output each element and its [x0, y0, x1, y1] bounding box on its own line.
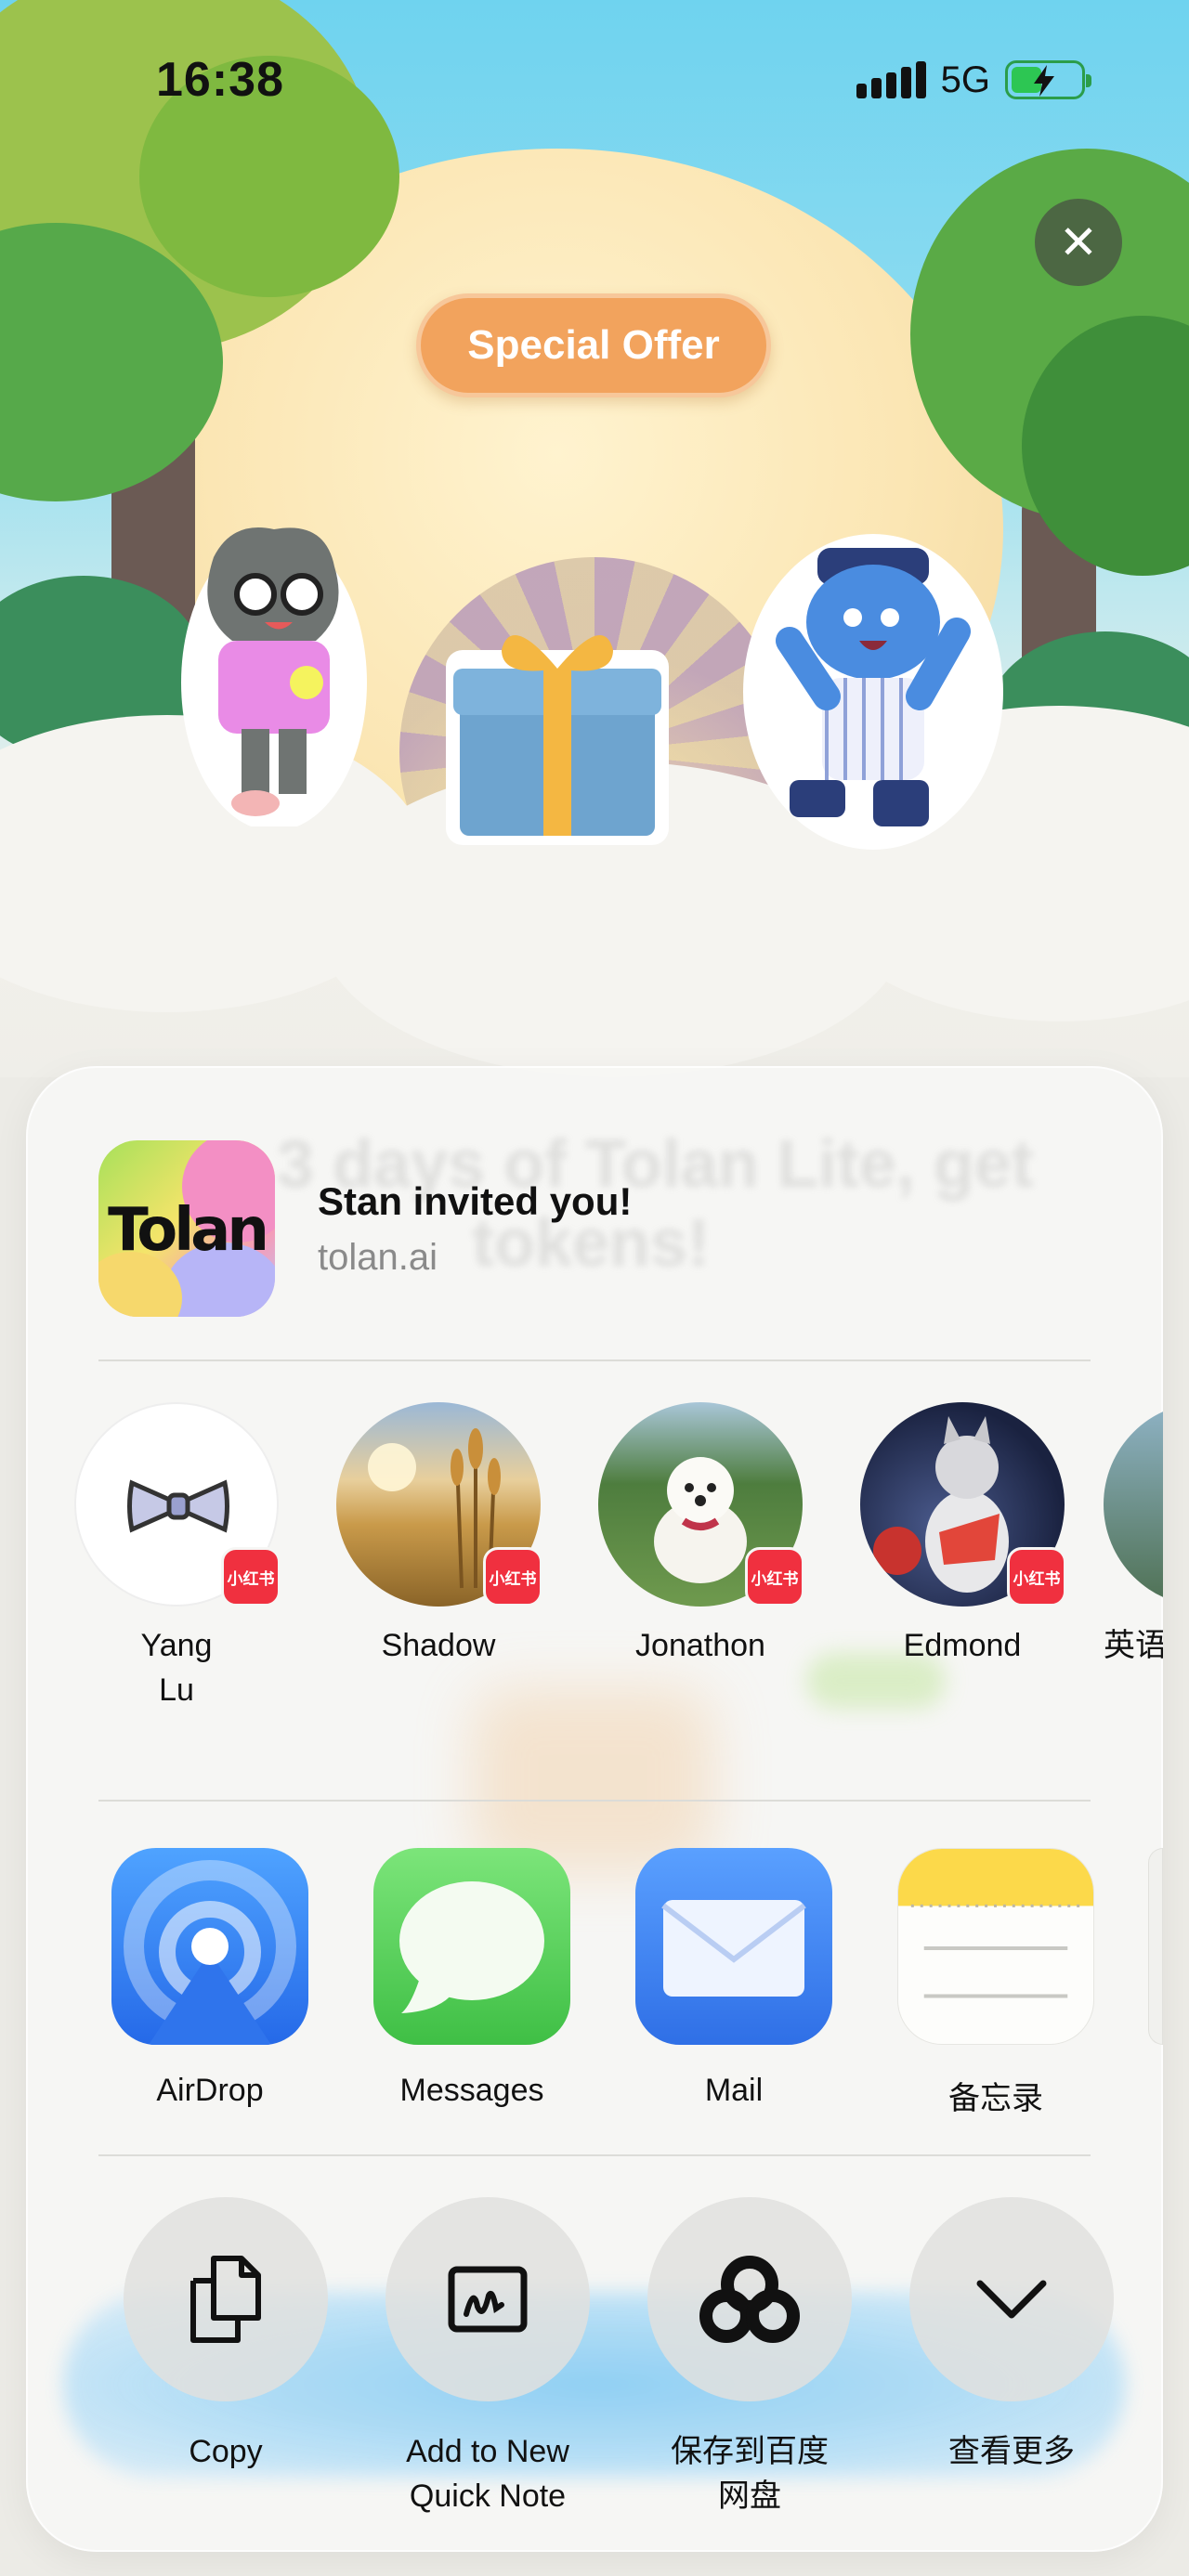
gift-box-illustration	[446, 635, 669, 845]
app-mail[interactable]: Mail	[622, 1848, 845, 2109]
charging-bolt-icon	[1034, 65, 1054, 97]
person-english[interactable]: 英语	[1104, 1402, 1163, 1668]
app-label: Mail	[704, 2073, 764, 2108]
action-quick-note[interactable]: Add to New Quick Note	[362, 2197, 613, 2518]
network-type: 5G	[940, 59, 990, 100]
messages-icon	[373, 1848, 570, 2045]
xiaohongshu-badge-icon: 小红书	[221, 1547, 281, 1607]
action-label: Add to New Quick Note	[406, 2434, 569, 2514]
person-name: Jonathon	[635, 1628, 765, 1663]
share-title: Stan invited you!	[318, 1178, 633, 1223]
baidu-netdisk-icon	[647, 2197, 852, 2401]
xiaohongshu-badge-icon: 小红书	[1007, 1547, 1066, 1607]
app-messages[interactable]: Messages	[360, 1848, 583, 2109]
app-icon-wordmark: Tolan	[108, 1196, 269, 1265]
status-time: 16:38	[156, 53, 284, 107]
app-more-partial[interactable]	[1148, 1848, 1163, 2045]
copy-icon	[124, 2197, 328, 2401]
person-yang-lu[interactable]: 小红书 Yang Lu	[56, 1402, 297, 1712]
divider	[98, 1800, 1091, 1802]
person-shadow[interactable]: 小红书 Shadow	[318, 1402, 559, 1668]
character-right-illustration	[743, 534, 1003, 850]
mail-icon	[635, 1848, 832, 2045]
chevron-down-icon	[909, 2197, 1114, 2401]
action-label: 保存到百度 网盘	[671, 2434, 829, 2514]
share-preview-header: Tolan Stan invited you! tolan.ai	[98, 1140, 632, 1317]
share-sheet: 3 days of Tolan Lite, get tokens! Tolan …	[26, 1066, 1163, 2552]
person-name: Yang Lu	[140, 1628, 213, 1708]
close-button[interactable]: ✕	[1035, 199, 1122, 286]
person-name: Shadow	[381, 1628, 496, 1663]
share-subtitle: tolan.ai	[318, 1236, 438, 1278]
app-label: Messages	[399, 2073, 544, 2108]
avatar	[1104, 1402, 1163, 1607]
share-actions-row: Copy Add to New Quick Note 保存到百度 网盘 查看更多	[26, 2197, 1163, 2531]
action-baidu-netdisk[interactable]: 保存到百度 网盘	[624, 2197, 875, 2518]
notes-icon	[897, 1848, 1094, 2045]
xiaohongshu-badge-icon: 小红书	[745, 1547, 804, 1607]
xiaohongshu-badge-icon: 小红书	[483, 1547, 542, 1607]
close-icon: ✕	[1059, 216, 1098, 268]
app-label: 备忘录	[948, 2081, 1043, 2116]
quick-note-icon	[385, 2197, 590, 2401]
airdrop-icon	[111, 1848, 308, 2045]
people-suggestions-row: 小红书 Yang Lu 小红书 Shadow 小红书 Jonathon 小红书 …	[26, 1402, 1163, 1737]
person-jonathon[interactable]: 小红书 Jonathon	[580, 1402, 821, 1668]
cellular-signal-icon	[856, 61, 926, 98]
action-copy[interactable]: Copy	[100, 2197, 351, 2474]
share-apps-row: AirDrop Messages Mail 备忘录	[26, 1848, 1163, 2127]
character-left-illustration	[181, 527, 367, 826]
app-label: AirDrop	[156, 2073, 264, 2108]
background-scene	[0, 0, 1189, 1077]
action-label: Copy	[189, 2434, 263, 2469]
app-airdrop[interactable]: AirDrop	[98, 1848, 321, 2109]
tolan-app-icon: Tolan	[98, 1140, 275, 1317]
person-name: 英语	[1104, 1628, 1163, 1663]
battery-icon	[1005, 60, 1091, 99]
person-name: Edmond	[903, 1628, 1022, 1663]
divider	[98, 2154, 1091, 2156]
app-notes[interactable]: 备忘录	[884, 1848, 1107, 2118]
action-view-more[interactable]: 查看更多	[886, 2197, 1137, 2474]
divider	[98, 1360, 1091, 1361]
person-edmond[interactable]: 小红书 Edmond	[842, 1402, 1083, 1668]
action-label: 查看更多	[948, 2434, 1075, 2469]
special-offer-badge[interactable]: Special Offer	[416, 293, 771, 397]
status-indicators: 5G	[856, 58, 1091, 102]
